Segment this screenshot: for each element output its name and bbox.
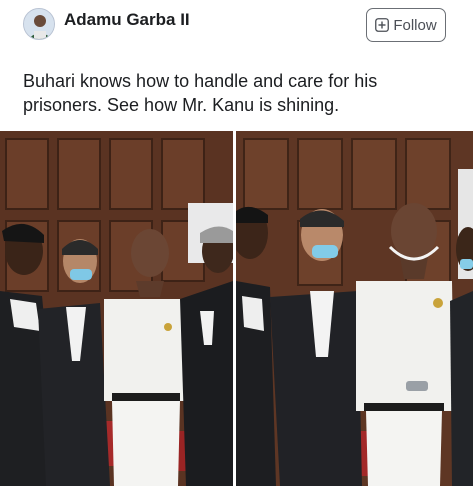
post-photo-left[interactable] [0,131,233,486]
follow-label: Follow [393,16,437,34]
courtroom-photo-right [236,131,473,486]
avatar-image [24,9,54,39]
courtroom-photo-left [0,131,233,486]
post-text: Buhari knows how to handle and care for … [23,69,453,117]
avatar[interactable] [23,8,55,40]
post-text-line-2: prisoners. See how Mr. Kanu is shining. [23,95,340,115]
plus-icon [375,18,390,32]
author-name[interactable]: Adamu Garba II [64,10,190,30]
post-header: Adamu Garba II Follow [0,0,473,58]
post-text-line-1: Buhari knows how to handle and care for … [23,71,378,91]
follow-button[interactable]: Follow [366,8,446,42]
post-photo-right[interactable] [236,131,473,486]
